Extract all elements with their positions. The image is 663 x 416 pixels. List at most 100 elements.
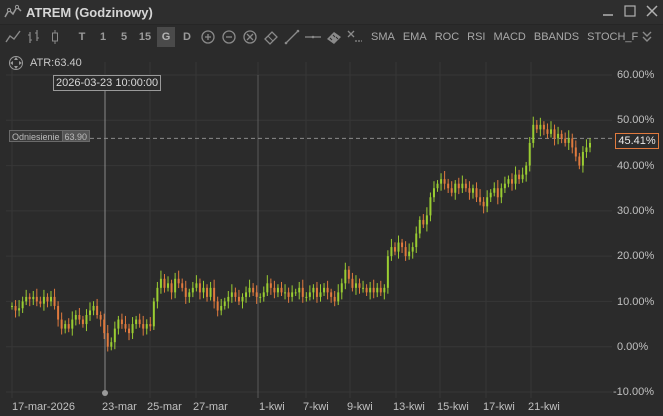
candle-body bbox=[92, 305, 95, 311]
candle-body bbox=[110, 342, 113, 347]
timeframe-t[interactable]: T bbox=[73, 27, 91, 47]
candle-body bbox=[230, 292, 233, 297]
bar-chart-button[interactable] bbox=[25, 27, 43, 47]
candle-body bbox=[35, 296, 38, 302]
candle-body bbox=[379, 287, 382, 293]
candle-body bbox=[50, 296, 53, 302]
crosshair-handle bbox=[102, 390, 108, 396]
candle-body bbox=[305, 296, 308, 298]
y-tick-label: 10.00% bbox=[617, 296, 655, 308]
zoom-out-button[interactable] bbox=[220, 27, 238, 47]
candle-body bbox=[390, 247, 393, 257]
candle-body bbox=[532, 124, 535, 143]
candle-body bbox=[163, 278, 166, 288]
clear-drawings-button[interactable] bbox=[346, 27, 364, 47]
candle-body bbox=[578, 156, 581, 166]
candle-body bbox=[383, 287, 386, 293]
indicator-bbands[interactable]: BBANDS bbox=[534, 27, 579, 47]
timeframe-d[interactable]: D bbox=[178, 27, 196, 47]
candle-body bbox=[276, 287, 279, 293]
candle-body bbox=[81, 319, 84, 325]
candle-body bbox=[518, 174, 521, 180]
candle-body bbox=[298, 287, 301, 293]
candle-body bbox=[96, 305, 99, 316]
ruler-icon bbox=[327, 32, 341, 44]
x-tick-label: 17-mar-2026 bbox=[12, 401, 75, 413]
indicator-ema[interactable]: EMA bbox=[403, 27, 427, 47]
indicator-rsi[interactable]: RSI bbox=[467, 27, 485, 47]
candle-body bbox=[528, 142, 531, 166]
candle-body bbox=[308, 292, 311, 297]
candlestick-icon bbox=[52, 30, 58, 44]
zoom-in-button[interactable] bbox=[199, 27, 217, 47]
trendline-button[interactable] bbox=[283, 27, 301, 47]
ruler-button[interactable] bbox=[325, 27, 343, 47]
x-tick-label: 23-mar bbox=[102, 401, 137, 413]
candle-body bbox=[312, 287, 315, 293]
candle-body bbox=[415, 233, 418, 248]
eraser-button[interactable] bbox=[262, 27, 280, 47]
candlestick-button[interactable] bbox=[46, 27, 64, 47]
indicator-sma[interactable]: SMA bbox=[371, 27, 395, 47]
candle-body bbox=[500, 188, 503, 198]
candle-body bbox=[135, 319, 138, 325]
candle-body bbox=[564, 138, 567, 143]
candle-body bbox=[11, 305, 13, 307]
maximize-button[interactable] bbox=[623, 3, 637, 19]
candle-body bbox=[351, 278, 354, 288]
candle-body bbox=[468, 188, 471, 193]
candle-body bbox=[581, 151, 584, 166]
candle-body bbox=[280, 287, 283, 293]
candle-body bbox=[386, 256, 389, 288]
candle-body bbox=[333, 296, 336, 302]
candle-body bbox=[142, 324, 145, 329]
x-tick-label: 7-kwi bbox=[303, 401, 329, 413]
zoom-reset-icon bbox=[243, 30, 257, 44]
candle-body bbox=[330, 292, 333, 297]
candle-body bbox=[521, 174, 524, 180]
price-chart[interactable] bbox=[0, 50, 663, 416]
x-tick-label: 1-kwi bbox=[259, 401, 285, 413]
candle-body bbox=[457, 183, 460, 189]
candle-body bbox=[315, 287, 318, 297]
zoom-out-icon bbox=[222, 30, 236, 44]
candle-body bbox=[422, 219, 425, 225]
close-button[interactable] bbox=[645, 3, 659, 19]
horizontal-line-button[interactable] bbox=[304, 27, 322, 47]
timeframe-1[interactable]: 1 bbox=[94, 27, 112, 47]
minimize-button[interactable] bbox=[601, 3, 615, 19]
candle-body bbox=[461, 183, 464, 189]
zoom-reset-button[interactable] bbox=[241, 27, 259, 47]
window-title: ATREM (Godzinowy) bbox=[26, 4, 153, 20]
move-crosshair-icon[interactable] bbox=[8, 55, 24, 71]
toolbar-overflow-button[interactable] bbox=[638, 27, 656, 47]
candle-body bbox=[443, 179, 446, 184]
indicator-stoch-f[interactable]: STOCH_F bbox=[587, 27, 638, 47]
timeframe-15[interactable]: 15 bbox=[136, 27, 154, 47]
zoom-in-icon bbox=[201, 30, 215, 44]
line-chart-button[interactable] bbox=[4, 27, 22, 47]
candle-body bbox=[319, 292, 322, 297]
candle-body bbox=[553, 129, 556, 139]
candle-body bbox=[266, 283, 269, 293]
horizontal-line-icon bbox=[305, 35, 321, 39]
candle-body bbox=[53, 296, 56, 306]
bar-chart-icon bbox=[28, 30, 39, 43]
candle-body bbox=[32, 296, 35, 300]
indicator-macd[interactable]: MACD bbox=[493, 27, 525, 47]
candle-body bbox=[496, 188, 499, 198]
indicator-roc[interactable]: ROC bbox=[435, 27, 459, 47]
y-tick-label: 60.00% bbox=[617, 69, 655, 81]
candle-body bbox=[21, 301, 24, 309]
candle-body bbox=[482, 201, 485, 207]
candle-body bbox=[206, 287, 209, 297]
candle-body bbox=[170, 283, 173, 293]
candle-body bbox=[223, 301, 226, 306]
candle-body bbox=[177, 278, 180, 284]
x-tick-label: 13-kwi bbox=[393, 401, 425, 413]
candle-body bbox=[117, 319, 120, 329]
timeframe-g[interactable]: G bbox=[157, 27, 175, 47]
candle-body bbox=[14, 305, 17, 311]
last-change-label: 45.41% bbox=[615, 133, 659, 149]
timeframe-5[interactable]: 5 bbox=[115, 27, 133, 47]
